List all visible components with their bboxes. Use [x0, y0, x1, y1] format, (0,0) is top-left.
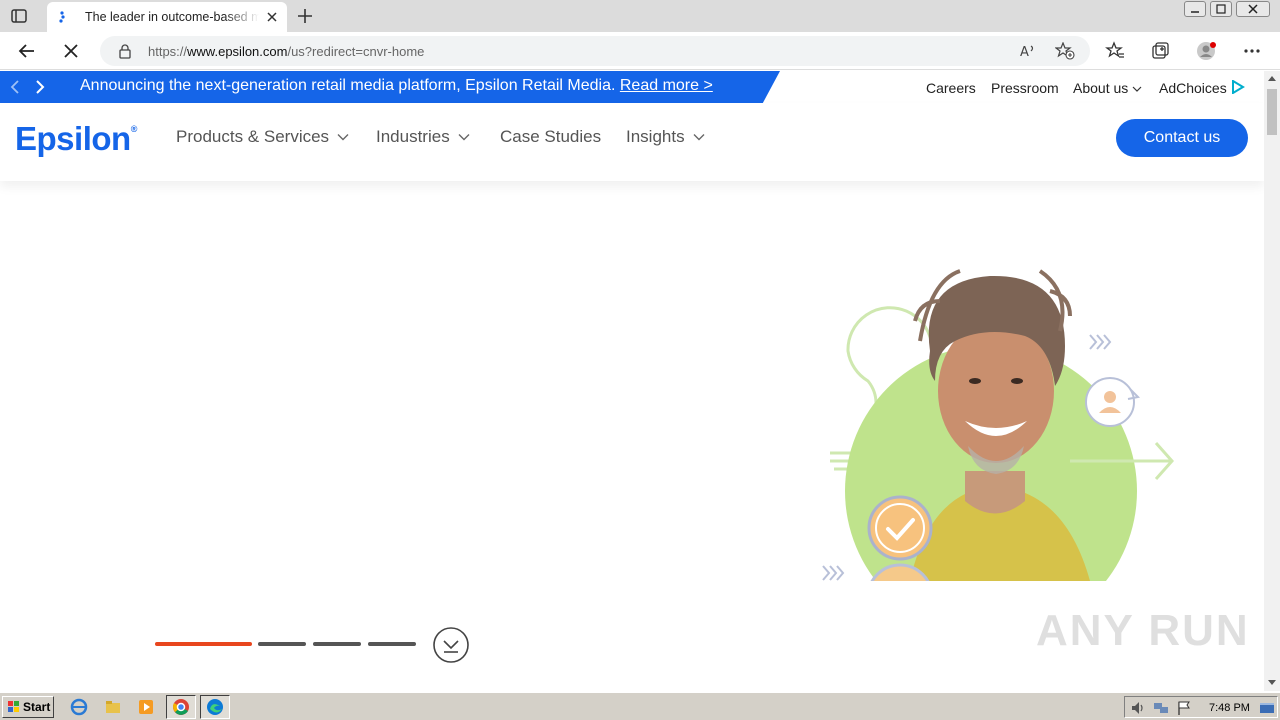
windows-logo-icon	[8, 701, 19, 712]
scrollbar-thumb[interactable]	[1267, 89, 1277, 135]
carousel-indicator-2[interactable]	[258, 642, 306, 646]
action-center-flag-icon[interactable]	[1176, 700, 1192, 716]
web-page: Announcing the next-generation retail me…	[0, 71, 1264, 691]
lock-icon[interactable]	[118, 43, 132, 59]
chevrons-bottom-icon	[822, 565, 845, 581]
anyrun-watermark: ANY RUN	[1036, 606, 1250, 655]
chevron-down-icon	[693, 134, 705, 141]
restore-window-button[interactable]	[1210, 1, 1232, 17]
close-window-button[interactable]	[1236, 1, 1270, 17]
page-scrollbar[interactable]	[1264, 71, 1280, 691]
epsilon-favicon-icon	[59, 11, 65, 23]
chevron-down-icon	[337, 134, 349, 141]
adchoices-label: AdChoices	[1159, 80, 1227, 96]
announcement-next-icon[interactable]	[32, 79, 48, 95]
file-explorer-icon[interactable]	[104, 698, 122, 716]
svg-text:A: A	[1020, 45, 1029, 59]
start-button[interactable]: Start	[2, 696, 54, 718]
add-favorite-icon[interactable]	[1055, 42, 1075, 60]
tab-actions-icon[interactable]	[10, 7, 28, 25]
network-icon[interactable]	[1153, 700, 1169, 716]
scroll-up-icon[interactable]	[1268, 75, 1276, 81]
more-options-icon[interactable]	[1242, 41, 1262, 61]
minimize-window-button[interactable]	[1184, 1, 1206, 17]
contact-us-button[interactable]: Contact us	[1116, 119, 1248, 157]
about-us-link[interactable]: About us	[1073, 80, 1142, 96]
user-refresh-badge-icon	[1085, 377, 1141, 427]
scroll-down-arrow-icon[interactable]	[1268, 680, 1276, 686]
carousel-indicator-3[interactable]	[313, 642, 361, 646]
edge-taskbar-button[interactable]	[200, 695, 230, 719]
windows-taskbar: Start 7:48 PM	[0, 692, 1280, 720]
browser-tab-active[interactable]: The leader in outcome-based ma	[47, 2, 287, 32]
nav-case-studies-label: Case Studies	[500, 127, 602, 146]
tab-title: The leader in outcome-based ma	[85, 10, 259, 24]
carousel-indicator-4[interactable]	[368, 642, 416, 646]
nav-industries-label: Industries	[376, 127, 450, 146]
about-us-label: About us	[1073, 80, 1129, 96]
announcement-prev-icon[interactable]	[8, 79, 24, 95]
nav-industries[interactable]: Industries	[376, 127, 470, 147]
show-desktop-icon[interactable]	[1259, 700, 1275, 716]
chevron-down-icon	[1132, 86, 1142, 92]
announcement-text: Announcing the next-generation retail me…	[80, 77, 713, 94]
clock: 7:48 PM	[1209, 702, 1250, 714]
close-tab-icon[interactable]	[265, 10, 279, 24]
new-tab-icon[interactable]	[296, 7, 314, 25]
chrome-icon	[173, 699, 189, 715]
browser-tab-bar: The leader in outcome-based ma	[0, 0, 1280, 32]
check-circle-icon	[867, 495, 933, 561]
epsilon-logo[interactable]: Epsilon®	[15, 120, 137, 158]
hero-illustration	[822, 269, 1175, 581]
back-arrow-icon[interactable]	[17, 41, 37, 61]
edge-icon	[207, 699, 223, 715]
logo-text: Epsilon	[15, 120, 131, 157]
adchoices-icon	[1231, 79, 1245, 95]
volume-icon[interactable]	[1130, 700, 1146, 716]
internet-explorer-icon[interactable]	[70, 698, 88, 716]
browser-address-bar: https://www.epsilon.com/us?redirect=cnvr…	[0, 32, 1280, 70]
scroll-down-icon[interactable]	[432, 626, 470, 664]
nav-products-label: Products & Services	[176, 127, 330, 146]
carousel-indicator-1[interactable]	[155, 642, 252, 646]
read-aloud-icon[interactable]: A	[1020, 43, 1038, 59]
chevron-down-icon	[458, 134, 470, 141]
url-text: https://www.epsilon.com/us?redirect=cnvr…	[148, 44, 425, 59]
careers-link[interactable]: Careers	[926, 80, 976, 96]
nav-insights[interactable]: Insights	[626, 127, 705, 147]
adchoices-link[interactable]: AdChoices	[1159, 79, 1245, 96]
collections-icon[interactable]	[1150, 41, 1170, 61]
url-field[interactable]: https://www.epsilon.com/us?redirect=cnvr…	[100, 36, 1090, 66]
start-label: Start	[23, 700, 51, 714]
pressroom-link[interactable]: Pressroom	[991, 80, 1059, 96]
stop-loading-icon[interactable]	[61, 41, 81, 61]
chevrons-top-icon	[1089, 334, 1112, 350]
nav-insights-label: Insights	[626, 127, 685, 146]
chrome-taskbar-button[interactable]	[166, 695, 196, 719]
media-player-icon[interactable]	[137, 698, 155, 716]
read-more-link[interactable]: Read more >	[620, 77, 713, 94]
profile-avatar-icon[interactable]	[1196, 41, 1216, 61]
nav-products-services[interactable]: Products & Services	[176, 127, 349, 147]
favorites-icon[interactable]	[1105, 41, 1125, 61]
nav-case-studies[interactable]: Case Studies	[500, 127, 601, 147]
system-tray: 7:48 PM	[1124, 696, 1278, 718]
main-navigation: Epsilon® Products & Services Industries …	[0, 103, 1264, 181]
